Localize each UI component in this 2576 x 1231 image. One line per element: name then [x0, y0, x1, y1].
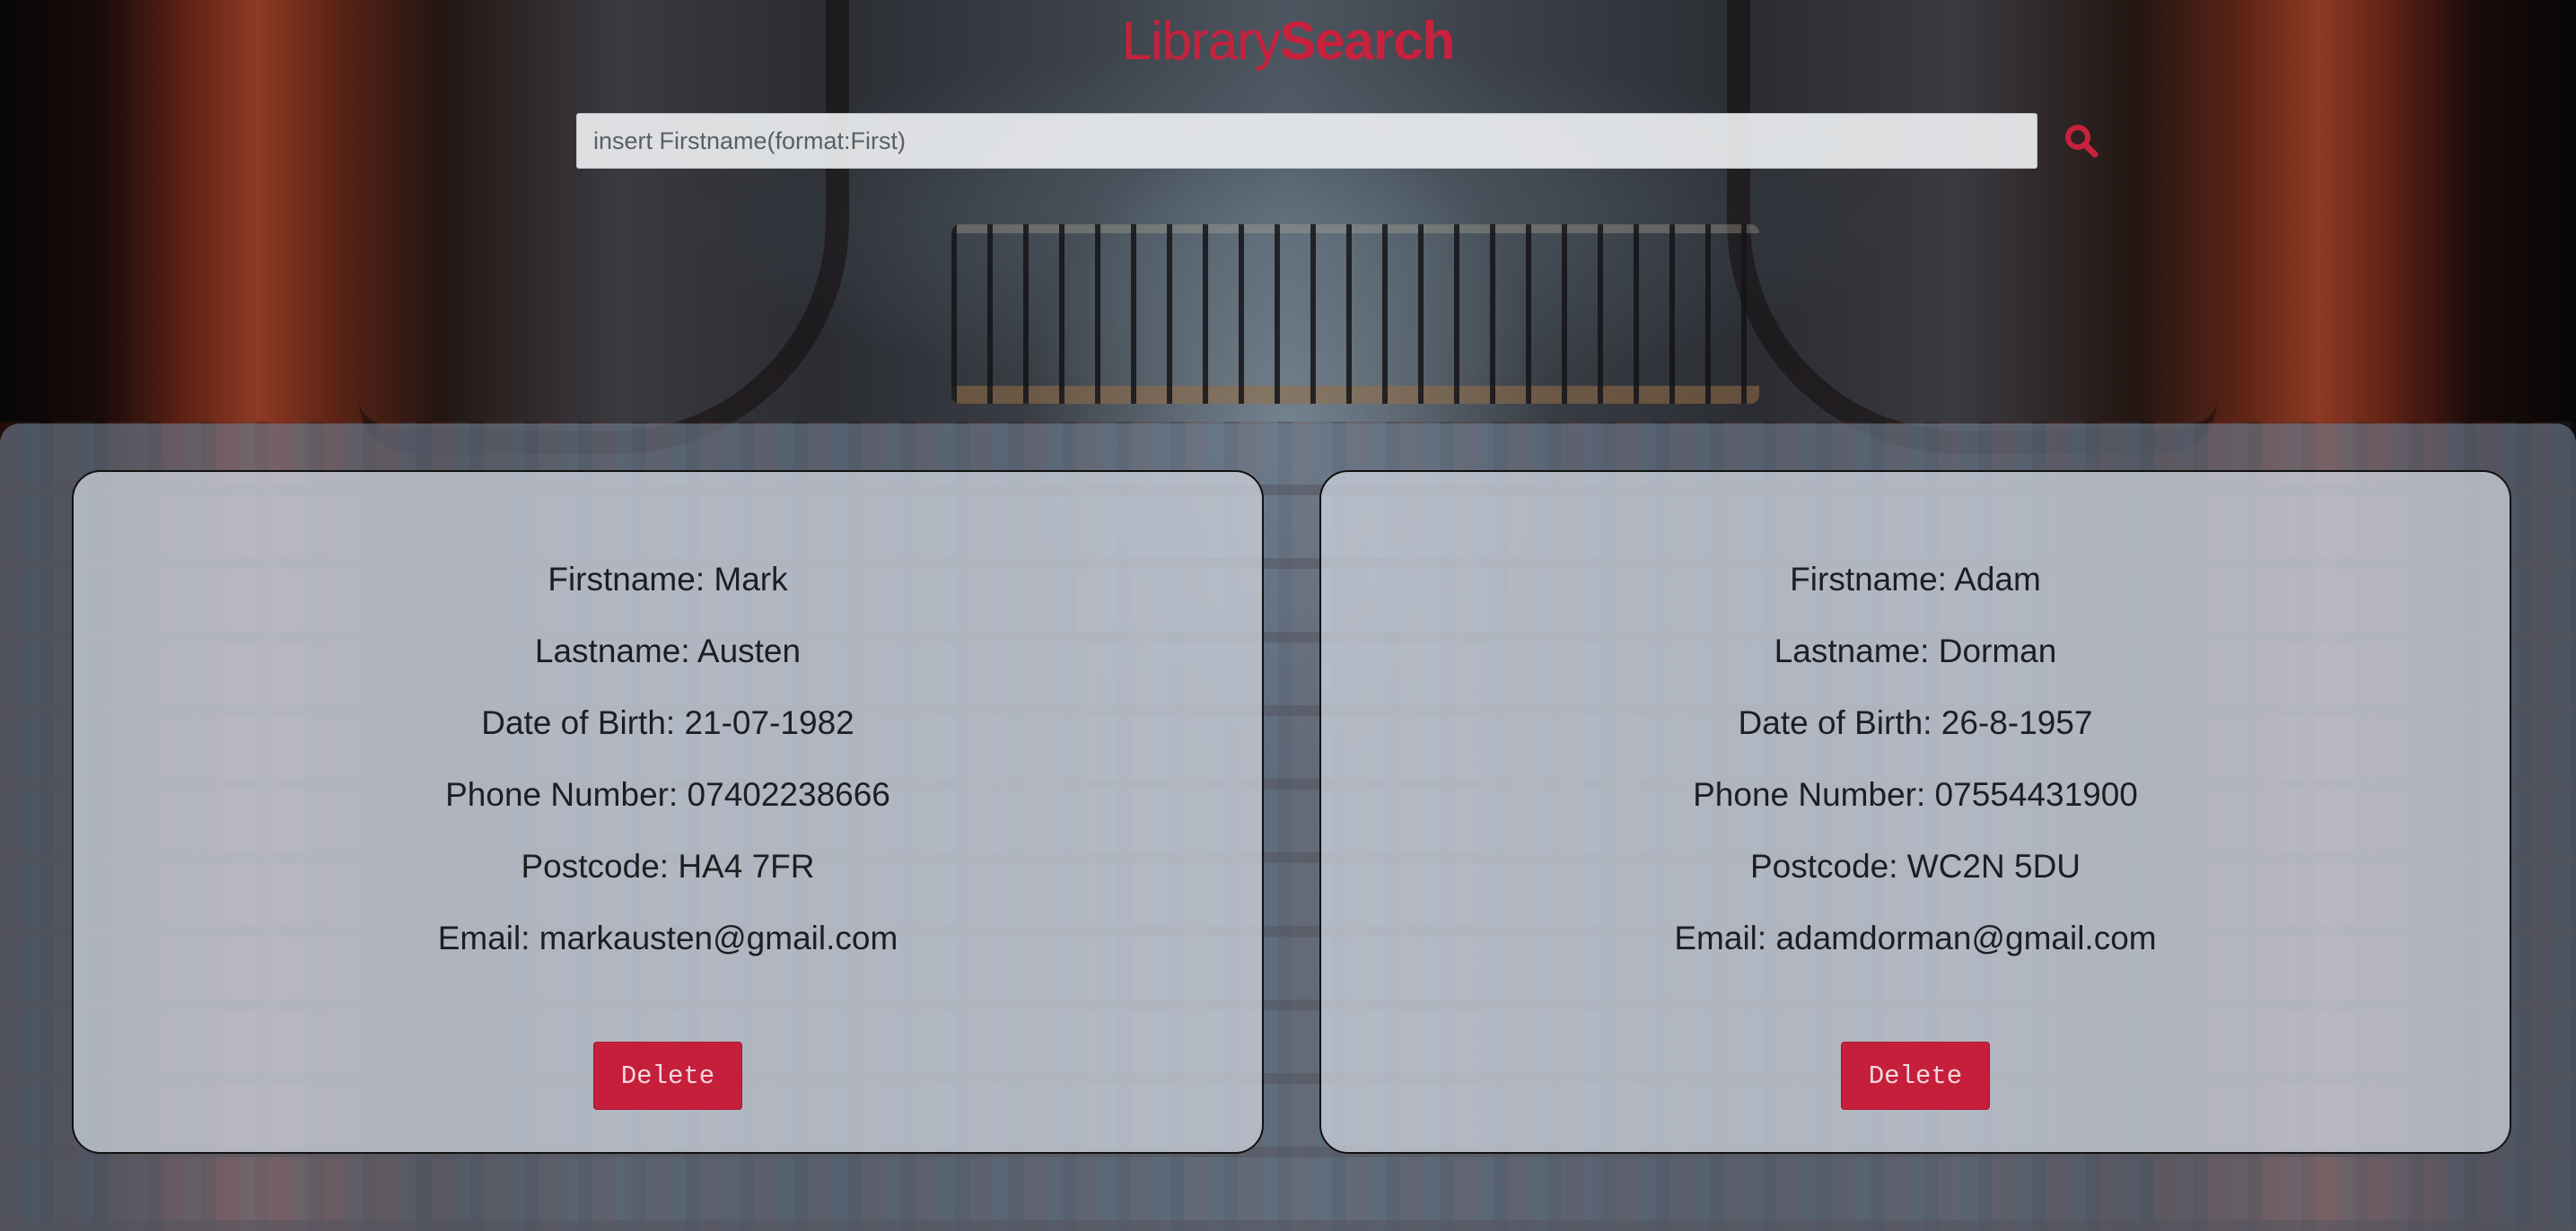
member-card: Firstname: Mark Lastname: Austen Date of…	[72, 470, 1264, 1154]
lastname-field: Lastname: Austen	[534, 633, 802, 669]
member-card: Firstname: Adam Lastname: Dorman Date of…	[1319, 470, 2511, 1154]
background-balcony	[951, 224, 1759, 404]
postcode-field: Postcode: HA4 7FR	[521, 848, 815, 885]
search-input[interactable]	[576, 113, 2037, 169]
delete-button[interactable]: Delete	[593, 1042, 742, 1110]
postcode-field: Postcode: WC2N 5DU	[1749, 848, 2081, 885]
firstname-field: Firstname: Adam	[1790, 561, 2041, 598]
search-icon	[2065, 125, 2098, 158]
results-panel: Firstname: Mark Lastname: Austen Date of…	[0, 423, 2576, 1231]
firstname-field: Firstname: Mark	[548, 561, 788, 598]
title-search: Search	[1280, 11, 1455, 71]
phone-field: Phone Number: 07402238666	[445, 776, 890, 813]
phone-field: Phone Number: 07554431900	[1693, 776, 2138, 813]
dob-field: Date of Birth: 26-8-1957	[1738, 704, 2093, 741]
delete-button[interactable]: Delete	[1841, 1042, 1990, 1110]
title-library: Library	[1121, 11, 1281, 71]
search-button[interactable]	[2057, 117, 2106, 165]
email-field: Email: adamdorman@gmail.com	[1674, 920, 2157, 956]
email-field: Email: markausten@gmail.com	[437, 920, 898, 956]
dob-field: Date of Birth: 21-07-1982	[481, 704, 854, 741]
search-bar	[576, 113, 2102, 169]
lastname-field: Lastname: Dorman	[1774, 633, 2057, 669]
page-title: LibrarySearch	[0, 9, 2576, 74]
